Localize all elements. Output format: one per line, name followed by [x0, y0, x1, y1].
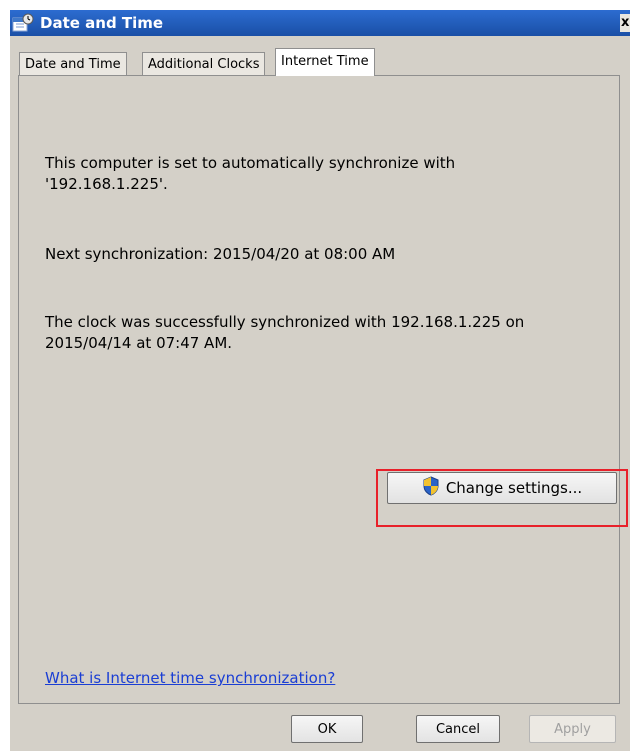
close-button[interactable]: x [620, 14, 630, 32]
sync-line-2: '192.168.1.225'. [45, 175, 168, 193]
apply-button[interactable]: Apply [529, 715, 616, 743]
window-title: Date and Time [40, 14, 164, 32]
help-link[interactable]: What is Internet time synchronization? [45, 669, 335, 687]
next-sync-text: Next synchronization: 2015/04/20 at 08:0… [45, 245, 396, 263]
last-sync-text: The clock was successfully synchronized … [45, 312, 585, 354]
tab-panel: This computer is set to automatically sy… [18, 75, 628, 704]
dialog-body: Date and Time Additional Clocks Internet… [10, 36, 630, 751]
uac-shield-icon [422, 476, 440, 500]
tab-internet-time[interactable]: Internet Time [275, 48, 375, 76]
sync-line-1: This computer is set to automatically sy… [45, 154, 456, 172]
sync-status-text: This computer is set to automatically sy… [45, 153, 585, 195]
tab-date-and-time[interactable]: Date and Time [19, 52, 127, 76]
change-settings-button[interactable]: Change settings... [387, 472, 617, 504]
tab-additional-clocks[interactable]: Additional Clocks [142, 52, 266, 76]
last-sync-line-1: The clock was successfully synchronized … [45, 313, 525, 331]
clock-calendar-icon [12, 13, 34, 33]
last-sync-line-2: 2015/04/14 at 07:47 AM. [45, 334, 233, 352]
ok-button[interactable]: OK [291, 715, 363, 743]
cancel-button[interactable]: Cancel [416, 715, 500, 743]
title-bar: Date and Time x [10, 10, 630, 36]
change-settings-label: Change settings... [445, 479, 583, 497]
